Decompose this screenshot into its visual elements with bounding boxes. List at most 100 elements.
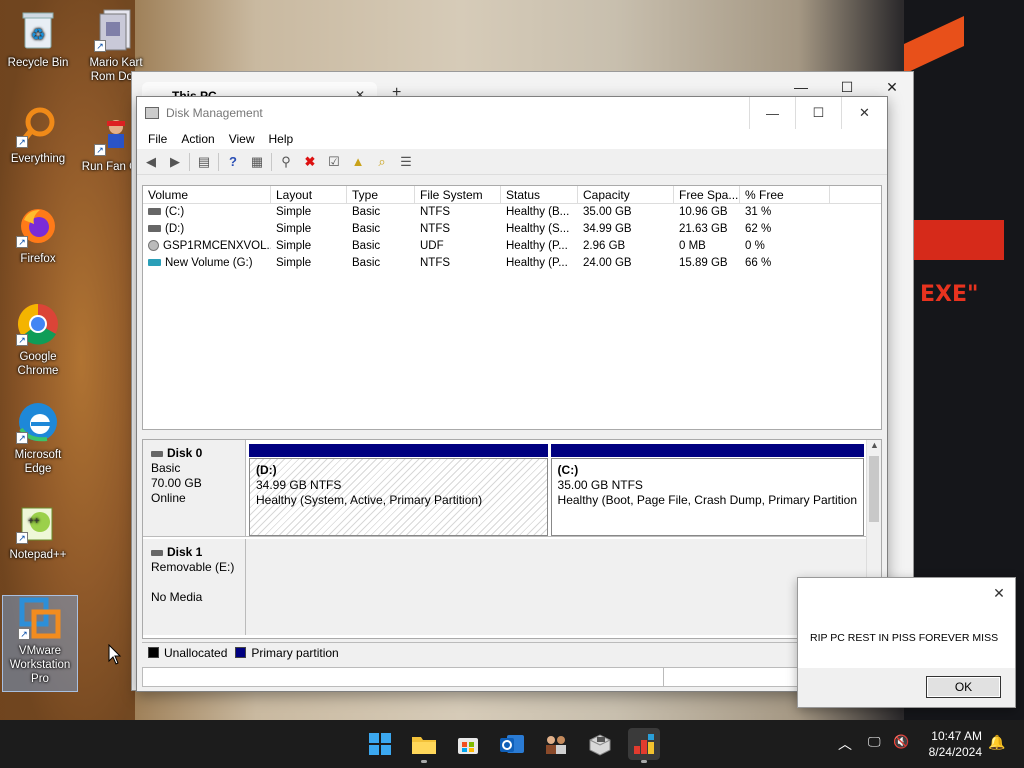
column-header-capacity[interactable]: Capacity (578, 186, 674, 203)
column-header-pct-free[interactable]: % Free (740, 186, 830, 203)
help-icon[interactable]: ? (223, 152, 243, 172)
folder-up-icon[interactable]: ▲ (348, 152, 368, 172)
properties-icon[interactable]: ▦ (247, 152, 267, 172)
toolbar: ◀ ▶ ▤ ? ▦ ⚲ ✖ ☑ ▲ ⌕ ☰ (137, 149, 887, 175)
disk-row-0[interactable]: Disk 0 Basic 70.00 GB Online (D:) 34.99 … (143, 440, 867, 537)
wallpaper-text: EXE" (920, 282, 979, 307)
notification-bell-icon[interactable]: 🔔 (988, 734, 1005, 751)
shortcut-arrow-icon: ↗ (16, 532, 28, 544)
desktop-icon-notepadpp[interactable]: ++ ↗ Notepad++ (0, 500, 76, 562)
menu-help[interactable]: Help (262, 132, 301, 146)
ok-button[interactable]: OK (926, 676, 1001, 698)
minimize-button[interactable]: — (749, 97, 795, 129)
shortcut-arrow-icon: ↗ (18, 628, 30, 640)
disk-label[interactable]: Disk 0 Basic 70.00 GB Online (143, 440, 246, 536)
clock[interactable]: 10:47 AM 8/24/2024 (929, 728, 982, 760)
mouse-cursor-icon (108, 644, 122, 665)
forward-icon[interactable]: ▶ (165, 152, 185, 172)
file-explorer-icon[interactable] (408, 728, 440, 763)
task-manager-app-icon[interactable] (628, 728, 660, 763)
chrome-icon: ↗ (16, 302, 60, 346)
shortcut-arrow-icon: ↗ (16, 334, 28, 346)
column-header-layout[interactable]: Layout (271, 186, 347, 203)
microsoft-store-icon[interactable] (452, 728, 484, 760)
check-icon[interactable]: ☑ (324, 152, 344, 172)
close-button[interactable]: ✕ (841, 97, 887, 129)
people-app-icon[interactable] (540, 728, 572, 760)
desktop-icon-chrome[interactable]: ↗ Google Chrome (0, 302, 76, 378)
message-text: RIP PC REST IN PISS FOREVER MISS (798, 608, 1015, 668)
search-folder-icon[interactable]: ⌕ (372, 152, 392, 172)
volume-list-header: Volume Layout Type File System Status Ca… (143, 186, 881, 204)
table-row[interactable]: New Volume (G:) Simple Basic NTFS Health… (143, 255, 881, 272)
shortcut-arrow-icon: ↗ (16, 136, 28, 148)
table-row[interactable]: GSP1RMCENXVOL... Simple Basic UDF Health… (143, 238, 881, 255)
status-bar (142, 667, 882, 687)
scrollbar-thumb[interactable] (869, 456, 879, 522)
disk-icon (151, 549, 163, 556)
start-icon[interactable] (364, 728, 396, 760)
show-hidden-icons-chevron-icon[interactable]: ︿ (838, 734, 852, 754)
disk-label[interactable]: Disk 1 Removable (E:) No Media (143, 539, 246, 635)
menu-bar: File Action View Help (137, 129, 887, 149)
package-app-icon[interactable] (584, 728, 616, 760)
notepadpp-icon: ++ ↗ (16, 500, 60, 544)
vmware-icon: ↗ (18, 596, 62, 640)
shortcut-arrow-icon: ↗ (94, 40, 106, 52)
toolbar-separator (189, 152, 190, 171)
disk-graphical-view[interactable]: Disk 0 Basic 70.00 GB Online (D:) 34.99 … (142, 439, 882, 639)
shortcut-arrow-icon: ↗ (16, 236, 28, 248)
delete-icon[interactable]: ✖ (300, 152, 320, 172)
table-row[interactable]: (C:) Simple Basic NTFS Healthy (B... 35.… (143, 204, 881, 221)
show-hide-tree-icon[interactable]: ▤ (194, 152, 214, 172)
list-view-icon[interactable]: ☰ (396, 152, 416, 172)
close-icon[interactable]: ✕ (983, 578, 1015, 608)
primary-partition-band (249, 444, 548, 457)
toolbar-separator (271, 152, 272, 171)
usb-drive-icon (148, 259, 161, 267)
legend: Unallocated Primary partition (142, 642, 882, 662)
desktop-icon-vmware[interactable]: ↗ VMware Workstation Pro (2, 595, 78, 692)
desktop-icon-everything[interactable]: ↗ Everything (0, 104, 76, 166)
column-header-status[interactable]: Status (501, 186, 578, 203)
disk-row-1[interactable]: Disk 1 Removable (E:) No Media (143, 539, 867, 635)
column-header-type[interactable]: Type (347, 186, 415, 203)
volume-muted-icon[interactable]: 🔇 (893, 734, 909, 750)
recycle-bin-icon: ♻ (16, 8, 60, 52)
desktop-icon-edge[interactable]: ↗ Microsoft Edge (0, 400, 76, 476)
shortcut-arrow-icon: ↗ (16, 432, 28, 444)
disk-management-window[interactable]: Disk Management — ☐ ✕ File Action View H… (136, 96, 888, 692)
table-row[interactable]: (D:) Simple Basic NTFS Healthy (S... 34.… (143, 221, 881, 238)
partition-d[interactable]: (D:) 34.99 GB NTFS Healthy (System, Acti… (249, 444, 548, 536)
menu-file[interactable]: File (141, 132, 174, 146)
column-header-file-system[interactable]: File System (415, 186, 501, 203)
partition-c[interactable]: (C:) 35.00 GB NTFS Healthy (Boot, Page F… (550, 444, 864, 536)
edge-icon: ↗ (16, 400, 60, 444)
outlook-icon[interactable] (496, 728, 528, 760)
back-icon[interactable]: ◀ (141, 152, 161, 172)
title-bar[interactable]: Disk Management — ☐ ✕ (137, 97, 887, 129)
menu-view[interactable]: View (222, 132, 262, 146)
legend-swatch-primary (235, 647, 247, 658)
disk-volume-icon (148, 208, 161, 216)
maximize-button[interactable]: ☐ (795, 97, 841, 129)
connect-disk-icon[interactable]: ⚲ (276, 152, 296, 172)
clock-time: 10:47 AM (931, 729, 982, 743)
desktop-icon-firefox[interactable]: ↗ Firefox (0, 204, 76, 266)
desktop-icon-recycle-bin[interactable]: ♻ Recycle Bin (0, 8, 76, 70)
column-header-free-space[interactable]: Free Spa... (674, 186, 740, 203)
mario-kart-icon: ↗ (94, 8, 138, 52)
menu-action[interactable]: Action (174, 132, 221, 146)
column-header-volume[interactable]: Volume (143, 186, 271, 203)
disk-icon (151, 450, 163, 457)
svg-text:++: ++ (28, 516, 40, 527)
everything-search-icon: ↗ (16, 104, 60, 148)
scroll-up-icon[interactable]: ▲ (867, 440, 882, 454)
message-box[interactable]: ✕ RIP PC REST IN PISS FOREVER MISS OK (797, 577, 1016, 708)
taskbar: ︿ 🖵 🔇 10:47 AM 8/24/2024 🔔 (0, 720, 1024, 768)
network-icon[interactable]: 🖵 (868, 734, 881, 750)
clock-date: 8/24/2024 (928, 745, 982, 759)
toolbar-separator (218, 152, 219, 171)
legend-swatch-unallocated (148, 647, 159, 658)
volume-list[interactable]: Volume Layout Type File System Status Ca… (142, 185, 882, 430)
